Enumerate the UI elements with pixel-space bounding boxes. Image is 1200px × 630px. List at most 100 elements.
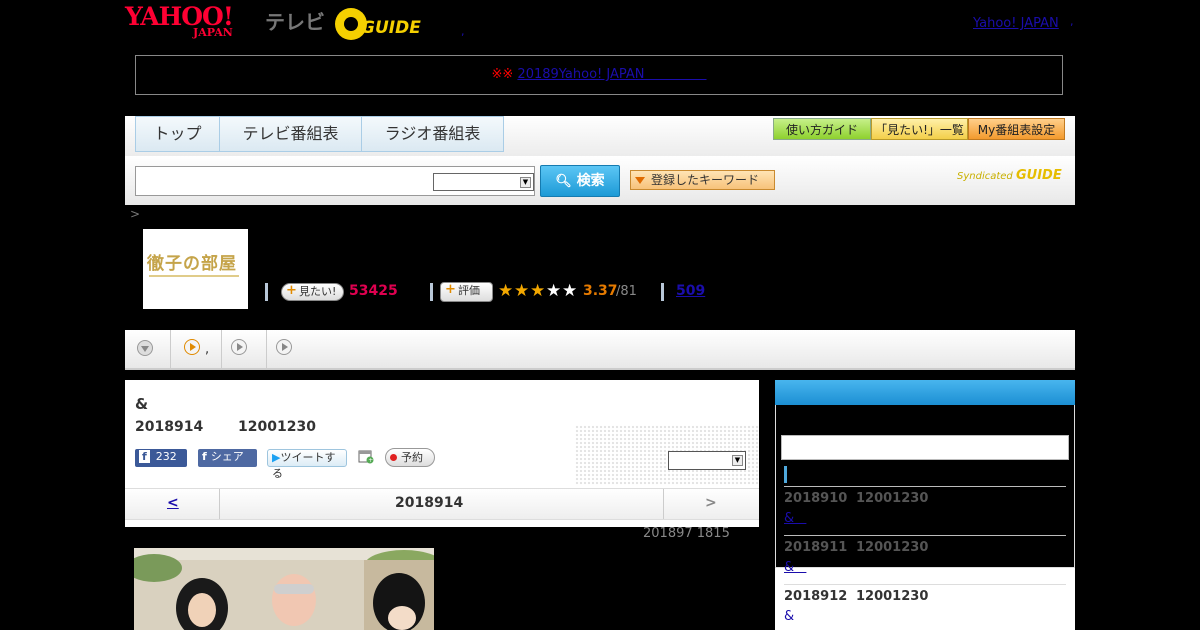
divider [661,283,664,301]
mitai-label: 見たい! [299,285,337,298]
saved-keyword-label: 登録したキーワード [651,173,760,187]
search-button[interactable]: 🔍︎ 検索 [540,165,620,197]
separator [219,489,220,519]
facebook-like-button[interactable]: f 232 [135,449,187,467]
syndicated-gguide-logo: Syndicated GUIDE [957,168,1062,183]
separator [266,330,267,368]
list-item-link[interactable]: & [784,560,794,575]
header-comma: , [1070,15,1074,28]
tab-radio-schedule[interactable]: ラジオ番組表 [361,116,504,152]
list-item-link[interactable]: & [784,511,794,526]
divider [265,283,268,301]
facebook-icon: f [202,450,207,463]
search-icon: 🔍︎ [555,174,572,189]
list-item-link[interactable]: & [784,609,794,624]
facebook-share-button[interactable]: f シェア [198,449,257,467]
my-settings-button[interactable]: My番組表設定 [968,118,1065,140]
program-title: & [135,395,149,413]
program-photo [134,548,434,630]
updated-timestamp: 201897 1815 [643,526,730,541]
calendar-add-icon[interactable]: + [358,448,374,464]
rating-button[interactable]: 評価 [440,282,493,302]
facebook-count: 232 [155,450,177,463]
play-icon[interactable] [276,339,292,355]
air-time: 12001230 [238,419,316,435]
yahoo-japan-logo[interactable]: YAHOO! JAPAN [125,4,234,38]
chevron-down-icon: ▼ [732,455,743,466]
gguide-logo[interactable]: GUIDE [335,8,425,40]
syndicated-label: Syndicated [957,171,1013,182]
pager-next[interactable]: > [705,495,717,511]
tweet-button[interactable]: ▶︎ツイートする [267,449,347,480]
list-item: 2018912 12001230 & [784,584,1066,624]
thumbnail-underline [149,275,239,277]
star-filled-icon: ★ [498,281,514,301]
search-bar: ▼ 🔍︎ 検索 登録したキーワード Syndicated GUIDE [125,156,1075,205]
program-photo-image [134,548,434,630]
star-filled-icon: ★ [530,281,546,301]
air-date: 2018914 [135,419,204,435]
list-item: 2018911 12001230 & [784,535,1066,575]
notice-link[interactable]: 20189Yahoo! JAPAN [517,67,644,82]
facebook-share-label: シェア [210,450,244,463]
tv-label: テレビ [265,10,325,34]
search-category-select[interactable]: ▼ [433,173,534,191]
date-pager: < 2018914 > [125,488,759,520]
chevron-down-icon: ▼ [520,177,531,188]
list-item-time: 12001230 [856,491,929,506]
sub-nav: , [125,330,1075,370]
list-item-date: 2018911 [784,540,848,555]
notice-marks: ※※ [491,67,514,82]
mitai-count: 53425 [349,283,398,299]
divider [430,283,433,301]
facebook-icon: f [139,450,150,463]
triangle-down-icon [635,177,645,184]
separator [221,330,222,368]
main-select[interactable]: ▼ [668,451,746,470]
tab-tv-schedule[interactable]: テレビ番組表 [219,116,362,152]
review-count-link[interactable]: 509 [676,283,705,299]
notice-banner: ※※ 20189Yahoo! JAPAN [135,55,1063,95]
breadcrumb: > [130,207,141,221]
syndicated-brand: GUIDE [1015,168,1062,183]
mitai-button[interactable]: 見たい! [281,283,344,301]
rating-total: /81 [616,284,637,299]
rating-score: 3.37 [583,283,618,299]
sidebar-section-mark [784,466,787,483]
svg-text:+: + [368,457,373,464]
play-icon[interactable] [184,339,200,355]
sidebar-header [775,380,1075,405]
list-item-date: 2018910 [784,491,848,506]
tweet-label: ツイートする [272,451,336,480]
star-empty-icon: ★ [562,281,578,301]
star-empty-icon: ★ [546,281,562,301]
program-detail-panel: & 2018914 12001230 f 232 f シェア ▶︎ツイートする + … [125,380,759,527]
search-button-label: 検索 [576,173,605,189]
tab-top[interactable]: トップ [135,116,220,152]
star-filled-icon: ★ [514,281,530,301]
list-item-time: 12001230 [856,589,929,604]
sidebar: 2018910 12001230 & 2018911 12001230 & 20… [775,380,1075,630]
list-item: 2018910 12001230 & [784,486,1066,526]
pager-date: 2018914 [395,495,464,511]
guide-button[interactable]: 使い方ガイド [773,118,871,140]
program-thumbnail: 徹子の部屋 [143,229,248,309]
rating-label: 評価 [458,284,480,297]
subnav-item-text: , [205,342,210,357]
gguide-logo-text: GUIDE [361,18,421,38]
separator [170,330,171,368]
yahoo-japan-link[interactable]: Yahoo! JAPAN [973,16,1059,31]
list-item-date: 2018912 [784,589,848,604]
play-icon[interactable] [231,339,247,355]
mitai-list-button[interactable]: 「見たい!」一覧 [871,118,968,140]
header-dot: , [461,25,465,38]
pager-prev-link[interactable]: < [167,495,179,511]
separator [663,489,664,519]
sidebar-input[interactable] [781,435,1069,460]
saved-keyword-button[interactable]: 登録したキーワード [630,170,775,190]
thumbnail-title: 徹子の部屋 [147,254,237,274]
reserve-button[interactable]: 予約 [385,448,435,467]
collapse-icon[interactable] [137,340,153,356]
main-nav: トップ テレビ番組表 ラジオ番組表 使い方ガイド 「見たい!」一覧 My番組表設… [125,116,1075,161]
list-item-time: 12001230 [856,540,929,555]
